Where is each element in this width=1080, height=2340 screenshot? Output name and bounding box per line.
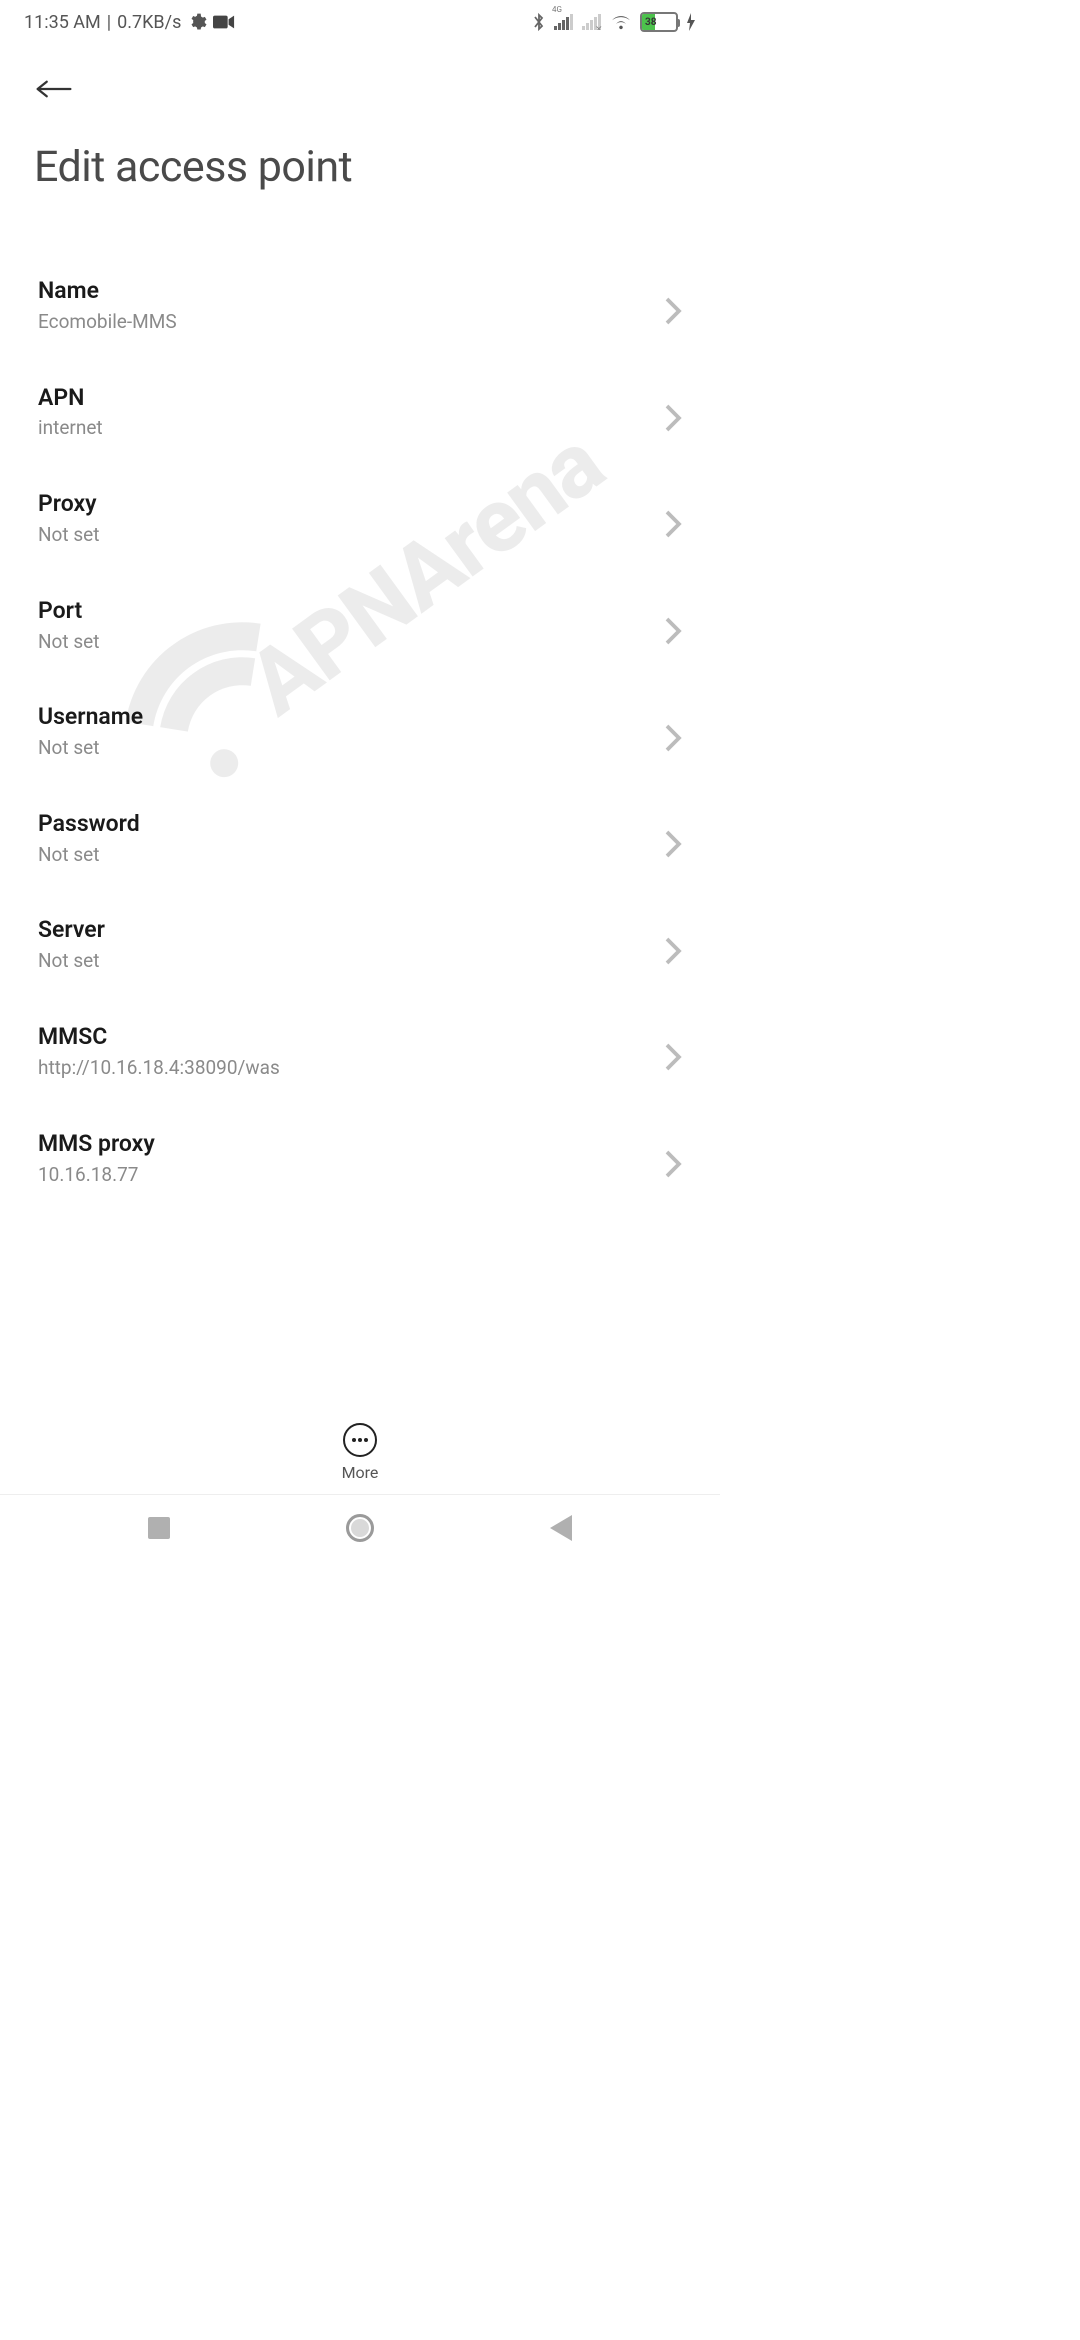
nav-recent-button[interactable] (148, 1517, 170, 1539)
setting-value: 10.16.18.77 (38, 1163, 654, 1188)
chevron-right-icon (664, 829, 682, 847)
status-netspeed: 0.7KB/s (117, 12, 181, 33)
setting-label: Username (38, 702, 654, 732)
setting-name[interactable]: Name Ecomobile-MMS (0, 252, 720, 359)
setting-value: Not set (38, 949, 654, 974)
setting-label: Password (38, 809, 654, 839)
setting-username[interactable]: Username Not set (0, 678, 720, 785)
setting-port[interactable]: Port Not set (0, 572, 720, 679)
page-title: Edit access point (34, 142, 696, 192)
setting-label: APN (38, 383, 654, 413)
status-time: 11:35 AM (24, 12, 101, 33)
more-button[interactable] (343, 1423, 377, 1457)
chevron-right-icon (664, 723, 682, 741)
setting-mms-proxy[interactable]: MMS proxy 10.16.18.77 (0, 1105, 720, 1212)
chevron-right-icon (664, 403, 682, 421)
battery-icon: 38 (640, 12, 678, 32)
chevron-right-icon (664, 296, 682, 314)
wifi-icon (610, 13, 632, 31)
status-bar: 11:35 AM | 0.7KB/s 4G ✕ 38 (0, 0, 720, 44)
setting-value: http://10.16.18.4:38090/was (38, 1056, 654, 1081)
setting-apn[interactable]: APN internet (0, 359, 720, 466)
gear-icon (187, 12, 207, 32)
camera-icon (213, 14, 235, 30)
back-arrow-icon[interactable] (34, 75, 74, 103)
setting-value: Not set (38, 736, 654, 761)
setting-value: internet (38, 416, 654, 441)
bluetooth-icon (532, 12, 546, 32)
svg-text:✕: ✕ (595, 25, 602, 30)
setting-proxy[interactable]: Proxy Not set (0, 465, 720, 572)
chevron-right-icon (664, 1149, 682, 1167)
more-button-area: More (0, 1409, 720, 1482)
signal-sim1-icon (554, 14, 574, 30)
nav-home-button[interactable] (346, 1514, 374, 1542)
chevron-right-icon (664, 509, 682, 527)
setting-label: Proxy (38, 489, 654, 519)
setting-value: Not set (38, 523, 654, 548)
setting-value: Ecomobile-MMS (38, 310, 654, 335)
chevron-right-icon (664, 1042, 682, 1060)
system-nav-bar (0, 1494, 720, 1560)
setting-value: Not set (38, 843, 654, 868)
settings-list: Name Ecomobile-MMS APN internet Proxy No… (0, 252, 720, 1211)
page-header: Edit access point (0, 44, 720, 202)
charging-icon (686, 13, 696, 31)
cell-type-label: 4G (552, 5, 562, 14)
setting-server[interactable]: Server Not set (0, 891, 720, 998)
setting-label: MMSC (38, 1022, 654, 1052)
setting-label: Port (38, 596, 654, 626)
setting-label: Server (38, 915, 654, 945)
chevron-right-icon (664, 936, 682, 954)
signal-sim2-icon: ✕ (582, 14, 602, 30)
setting-label: MMS proxy (38, 1129, 654, 1159)
setting-value: Not set (38, 630, 654, 655)
more-label: More (342, 1463, 379, 1482)
setting-label: Name (38, 276, 654, 306)
setting-password[interactable]: Password Not set (0, 785, 720, 892)
nav-back-button[interactable] (550, 1515, 572, 1541)
setting-mmsc[interactable]: MMSC http://10.16.18.4:38090/was (0, 998, 720, 1105)
chevron-right-icon (664, 616, 682, 634)
